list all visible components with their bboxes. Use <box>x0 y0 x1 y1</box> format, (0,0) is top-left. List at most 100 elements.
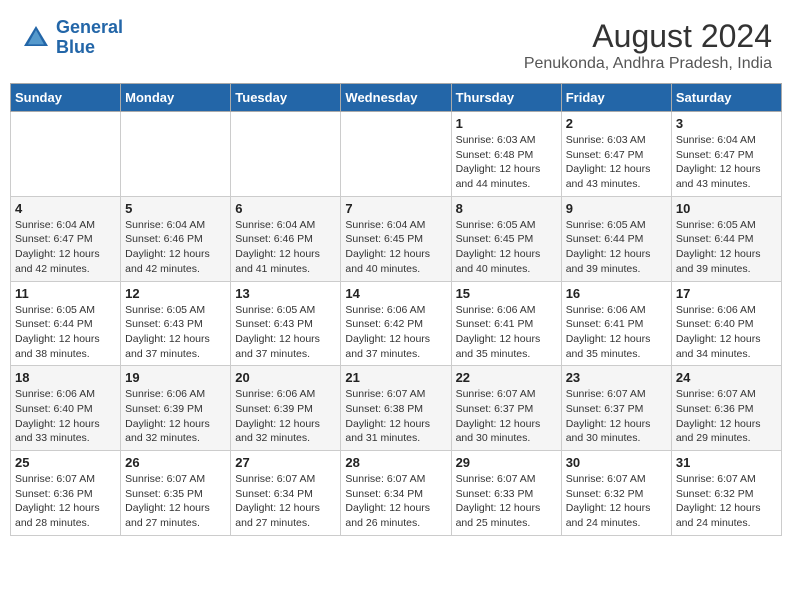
day-content: Sunrise: 6:07 AM Sunset: 6:37 PM Dayligh… <box>566 387 667 446</box>
calendar-cell <box>231 112 341 197</box>
calendar-cell: 19Sunrise: 6:06 AM Sunset: 6:39 PM Dayli… <box>121 366 231 451</box>
calendar-cell <box>11 112 121 197</box>
page-title: August 2024 <box>524 18 772 55</box>
day-number: 15 <box>456 286 557 301</box>
day-content: Sunrise: 6:06 AM Sunset: 6:41 PM Dayligh… <box>456 303 557 362</box>
calendar-day-header-tuesday: Tuesday <box>231 84 341 112</box>
day-content: Sunrise: 6:06 AM Sunset: 6:39 PM Dayligh… <box>235 387 336 446</box>
calendar-day-header-sunday: Sunday <box>11 84 121 112</box>
day-number: 16 <box>566 286 667 301</box>
day-content: Sunrise: 6:07 AM Sunset: 6:34 PM Dayligh… <box>345 472 446 531</box>
day-number: 7 <box>345 201 446 216</box>
calendar-cell: 24 Sunrise: 6:07 AM Sunset: 6:36 PM Dayli… <box>671 366 781 451</box>
day-content: Sunrise: 6:07 AM Sunset: 6:37 PM Dayligh… <box>456 387 557 446</box>
day-number: 11 <box>15 286 116 301</box>
calendar-cell: 20Sunrise: 6:06 AM Sunset: 6:39 PM Dayli… <box>231 366 341 451</box>
day-number: 26 <box>125 455 226 470</box>
day-content: Sunrise: 6:07 AM Sunset: 6:35 PM Dayligh… <box>125 472 226 531</box>
day-content: Sunrise: 6:07 AM Sunset: 6:36 PM Dayligh… <box>15 472 116 531</box>
day-number: 23 <box>566 370 667 385</box>
day-content: Sunrise: 6:06 AM Sunset: 6:41 PM Dayligh… <box>566 303 667 362</box>
day-content: Sunrise: 6:05 AM Sunset: 6:43 PM Dayligh… <box>125 303 226 362</box>
calendar-cell: 31Sunrise: 6:07 AM Sunset: 6:32 PM Dayli… <box>671 451 781 536</box>
calendar-cell: 4 Sunrise: 6:04 AM Sunset: 6:47 PM Daylig… <box>11 196 121 281</box>
day-number: 25 <box>15 455 116 470</box>
day-number: 27 <box>235 455 336 470</box>
day-content: Sunrise: 6:07 AM Sunset: 6:34 PM Dayligh… <box>235 472 336 531</box>
calendar-week-row-4: 25 Sunrise: 6:07 AM Sunset: 6:36 PM Dayli… <box>11 451 782 536</box>
day-content: Sunrise: 6:06 AM Sunset: 6:40 PM Dayligh… <box>676 303 777 362</box>
day-content: Sunrise: 6:06 AM Sunset: 6:42 PM Dayligh… <box>345 303 446 362</box>
calendar-cell: 22 Sunrise: 6:07 AM Sunset: 6:37 PM Dayli… <box>451 366 561 451</box>
calendar-cell: 26 Sunrise: 6:07 AM Sunset: 6:35 PM Dayli… <box>121 451 231 536</box>
day-number: 5 <box>125 201 226 216</box>
calendar-cell: 17 Sunrise: 6:06 AM Sunset: 6:40 PM Dayli… <box>671 281 781 366</box>
day-content: Sunrise: 6:07 AM Sunset: 6:33 PM Dayligh… <box>456 472 557 531</box>
calendar-cell: 23 Sunrise: 6:07 AM Sunset: 6:37 PM Dayli… <box>561 366 671 451</box>
day-content: Sunrise: 6:07 AM Sunset: 6:32 PM Dayligh… <box>566 472 667 531</box>
day-number: 29 <box>456 455 557 470</box>
day-content: Sunrise: 6:04 AM Sunset: 6:45 PM Dayligh… <box>345 218 446 277</box>
day-content: Sunrise: 6:04 AM Sunset: 6:46 PM Dayligh… <box>235 218 336 277</box>
day-content: Sunrise: 6:05 AM Sunset: 6:44 PM Dayligh… <box>15 303 116 362</box>
day-number: 4 <box>15 201 116 216</box>
calendar-cell: 28 Sunrise: 6:07 AM Sunset: 6:34 PM Dayli… <box>341 451 451 536</box>
calendar-cell: 7 Sunrise: 6:04 AM Sunset: 6:45 PM Daylig… <box>341 196 451 281</box>
logo-text: General Blue <box>56 18 123 58</box>
day-number: 12 <box>125 286 226 301</box>
calendar-cell: 6Sunrise: 6:04 AM Sunset: 6:46 PM Daylig… <box>231 196 341 281</box>
calendar-day-header-saturday: Saturday <box>671 84 781 112</box>
day-number: 9 <box>566 201 667 216</box>
calendar-week-row-3: 18Sunrise: 6:06 AM Sunset: 6:40 PM Dayli… <box>11 366 782 451</box>
calendar-cell: 5Sunrise: 6:04 AM Sunset: 6:46 PM Daylig… <box>121 196 231 281</box>
calendar-cell: 29 Sunrise: 6:07 AM Sunset: 6:33 PM Dayli… <box>451 451 561 536</box>
header: General Blue August 2024 Penukonda, Andh… <box>10 10 782 77</box>
day-number: 14 <box>345 286 446 301</box>
day-number: 22 <box>456 370 557 385</box>
day-number: 21 <box>345 370 446 385</box>
day-content: Sunrise: 6:05 AM Sunset: 6:44 PM Dayligh… <box>676 218 777 277</box>
day-content: Sunrise: 6:04 AM Sunset: 6:47 PM Dayligh… <box>676 133 777 192</box>
calendar-cell: 11 Sunrise: 6:05 AM Sunset: 6:44 PM Dayli… <box>11 281 121 366</box>
day-number: 3 <box>676 116 777 131</box>
calendar-cell: 14 Sunrise: 6:06 AM Sunset: 6:42 PM Dayli… <box>341 281 451 366</box>
calendar-day-header-friday: Friday <box>561 84 671 112</box>
calendar-table: SundayMondayTuesdayWednesdayThursdayFrid… <box>10 83 782 536</box>
calendar-week-row-2: 11 Sunrise: 6:05 AM Sunset: 6:44 PM Dayli… <box>11 281 782 366</box>
day-number: 28 <box>345 455 446 470</box>
calendar-cell: 16 Sunrise: 6:06 AM Sunset: 6:41 PM Dayli… <box>561 281 671 366</box>
calendar-day-header-monday: Monday <box>121 84 231 112</box>
day-content: Sunrise: 6:05 AM Sunset: 6:44 PM Dayligh… <box>566 218 667 277</box>
day-number: 8 <box>456 201 557 216</box>
day-number: 18 <box>15 370 116 385</box>
day-number: 10 <box>676 201 777 216</box>
calendar-week-row-1: 4 Sunrise: 6:04 AM Sunset: 6:47 PM Daylig… <box>11 196 782 281</box>
day-number: 1 <box>456 116 557 131</box>
calendar-header-row: SundayMondayTuesdayWednesdayThursdayFrid… <box>11 84 782 112</box>
calendar-cell: 9 Sunrise: 6:05 AM Sunset: 6:44 PM Daylig… <box>561 196 671 281</box>
calendar-cell: 8 Sunrise: 6:05 AM Sunset: 6:45 PM Daylig… <box>451 196 561 281</box>
day-number: 24 <box>676 370 777 385</box>
day-content: Sunrise: 6:07 AM Sunset: 6:36 PM Dayligh… <box>676 387 777 446</box>
calendar-cell: 25 Sunrise: 6:07 AM Sunset: 6:36 PM Dayli… <box>11 451 121 536</box>
day-content: Sunrise: 6:05 AM Sunset: 6:45 PM Dayligh… <box>456 218 557 277</box>
day-number: 30 <box>566 455 667 470</box>
day-content: Sunrise: 6:03 AM Sunset: 6:47 PM Dayligh… <box>566 133 667 192</box>
calendar-cell: 21Sunrise: 6:07 AM Sunset: 6:38 PM Dayli… <box>341 366 451 451</box>
calendar-cell <box>121 112 231 197</box>
title-area: August 2024 Penukonda, Andhra Pradesh, I… <box>524 18 772 73</box>
logo: General Blue <box>20 18 123 58</box>
day-content: Sunrise: 6:07 AM Sunset: 6:32 PM Dayligh… <box>676 472 777 531</box>
calendar-cell: 30 Sunrise: 6:07 AM Sunset: 6:32 PM Dayli… <box>561 451 671 536</box>
calendar-cell <box>341 112 451 197</box>
calendar-day-header-wednesday: Wednesday <box>341 84 451 112</box>
calendar-cell: 12 Sunrise: 6:05 AM Sunset: 6:43 PM Dayli… <box>121 281 231 366</box>
day-number: 19 <box>125 370 226 385</box>
day-number: 17 <box>676 286 777 301</box>
calendar-cell: 3 Sunrise: 6:04 AM Sunset: 6:47 PM Daylig… <box>671 112 781 197</box>
calendar-cell: 13Sunrise: 6:05 AM Sunset: 6:43 PM Dayli… <box>231 281 341 366</box>
calendar-cell: 27 Sunrise: 6:07 AM Sunset: 6:34 PM Dayli… <box>231 451 341 536</box>
day-content: Sunrise: 6:04 AM Sunset: 6:47 PM Dayligh… <box>15 218 116 277</box>
calendar-cell: 2Sunrise: 6:03 AM Sunset: 6:47 PM Daylig… <box>561 112 671 197</box>
day-content: Sunrise: 6:05 AM Sunset: 6:43 PM Dayligh… <box>235 303 336 362</box>
